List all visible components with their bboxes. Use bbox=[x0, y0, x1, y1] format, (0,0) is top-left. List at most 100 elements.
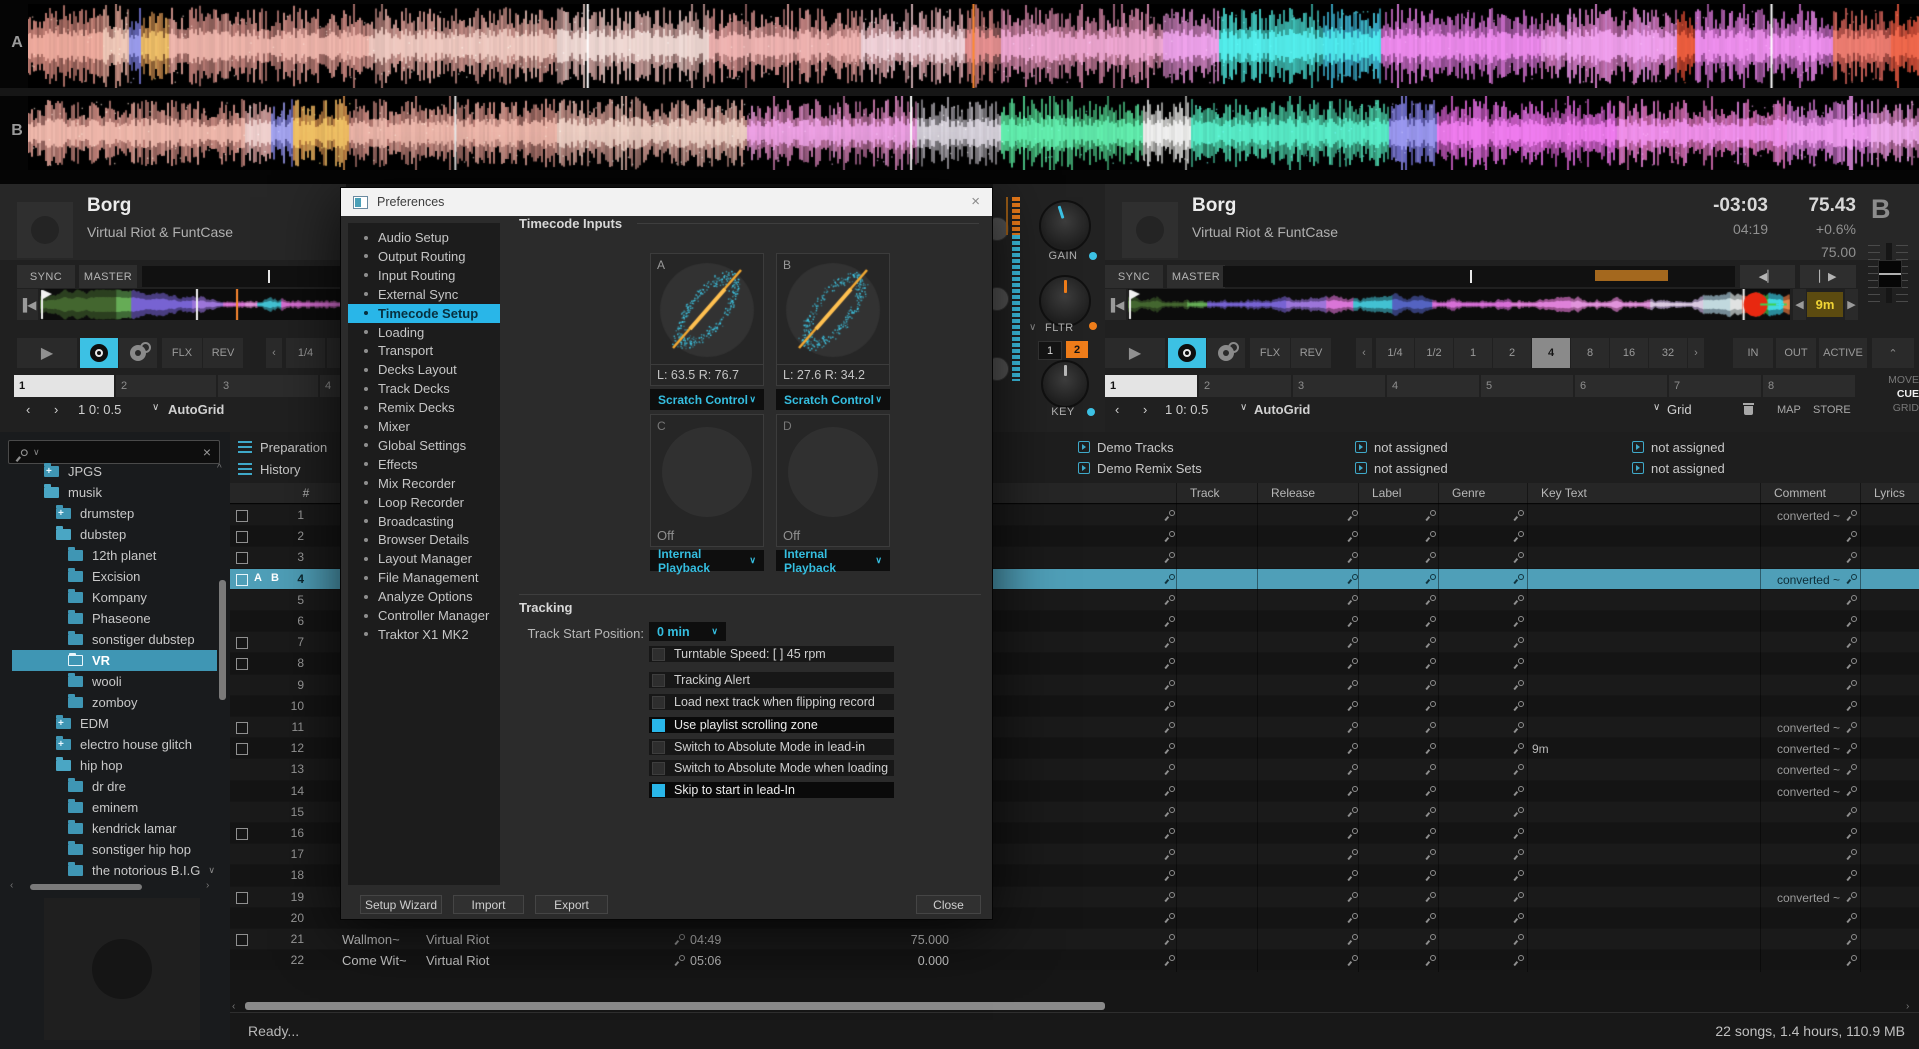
search-similar-icon[interactable] bbox=[1847, 764, 1857, 774]
search-similar-icon[interactable] bbox=[1165, 955, 1175, 965]
search-similar-icon[interactable] bbox=[1514, 680, 1524, 690]
search-similar-icon[interactable] bbox=[1165, 828, 1175, 838]
search-similar-icon[interactable] bbox=[1514, 764, 1524, 774]
search-similar-icon[interactable] bbox=[1348, 786, 1358, 796]
search-similar-icon[interactable] bbox=[1514, 574, 1524, 584]
favorite-slot-5[interactable]: not assigned bbox=[1355, 459, 1448, 477]
search-similar-icon[interactable] bbox=[675, 955, 685, 965]
search-similar-icon[interactable] bbox=[1165, 658, 1175, 668]
deck-b-jump-right-arrow[interactable]: ▶ bbox=[1845, 289, 1858, 320]
search-similar-icon[interactable] bbox=[1847, 828, 1857, 838]
key-knob[interactable] bbox=[1041, 360, 1089, 408]
deck-b-hotcue-7[interactable]: 7 bbox=[1669, 375, 1761, 397]
search-similar-icon[interactable] bbox=[1426, 913, 1436, 923]
search-similar-icon[interactable] bbox=[675, 934, 685, 944]
search-similar-icon[interactable] bbox=[1514, 786, 1524, 796]
checkbox-unchecked-icon[interactable] bbox=[652, 741, 665, 754]
search-similar-icon[interactable] bbox=[1847, 743, 1857, 753]
search-similar-icon[interactable] bbox=[1348, 743, 1358, 753]
deck-b-loop-size-1[interactable]: 1 bbox=[1454, 338, 1492, 368]
tree-item-dr-dre[interactable]: dr dre bbox=[68, 776, 126, 797]
search-similar-icon[interactable] bbox=[1426, 574, 1436, 584]
checkbox-skip-to-start-in-lead-in[interactable]: Skip to start in lead-In bbox=[649, 782, 894, 798]
search-similar-icon[interactable] bbox=[1426, 680, 1436, 690]
tree-item-wooli[interactable]: wooli bbox=[68, 671, 122, 692]
search-similar-icon[interactable] bbox=[1514, 828, 1524, 838]
tree-vertical-scrollbar[interactable] bbox=[219, 580, 226, 700]
tree-item-electro-house-glitch[interactable]: +electro house glitch bbox=[56, 734, 192, 755]
search-similar-icon[interactable] bbox=[1514, 637, 1524, 647]
menu-item-output-routing[interactable]: Output Routing bbox=[348, 247, 500, 266]
checkbox-switch-to-absolute-mode-when-loading[interactable]: Switch to Absolute Mode when loading bbox=[649, 760, 894, 776]
menu-item-traktor-x1-mk2[interactable]: Traktor X1 MK2 bbox=[348, 625, 500, 644]
menu-item-mixer[interactable]: Mixer bbox=[348, 417, 500, 436]
search-similar-icon[interactable] bbox=[1426, 764, 1436, 774]
deck-a-play-button[interactable]: ▶ bbox=[17, 338, 77, 368]
search-similar-icon[interactable] bbox=[1514, 743, 1524, 753]
search-similar-icon[interactable] bbox=[1426, 743, 1436, 753]
deck-b-grid-chevron-icon[interactable]: ∨ bbox=[1240, 402, 1247, 413]
favorite-slot-4[interactable]: Demo Remix Sets bbox=[1078, 459, 1202, 477]
menu-item-file-management[interactable]: File Management bbox=[348, 568, 500, 587]
eq-low-knob[interactable] bbox=[993, 357, 1009, 381]
search-similar-icon[interactable] bbox=[1348, 764, 1358, 774]
tree-item-edm[interactable]: +EDM bbox=[56, 713, 109, 734]
search-similar-icon[interactable] bbox=[1847, 849, 1857, 859]
deck-b-loop-size-8[interactable]: 8 bbox=[1571, 338, 1609, 368]
search-similar-icon[interactable] bbox=[1847, 701, 1857, 711]
search-similar-icon[interactable] bbox=[1348, 510, 1358, 520]
tree-scroll-left-icon[interactable]: ‹ bbox=[10, 880, 13, 891]
tree-item-drumstep[interactable]: +drumstep bbox=[56, 503, 134, 524]
deck-b-track-waveform[interactable] bbox=[28, 96, 1919, 170]
deck-b-skip-start-button[interactable]: ▐◀ bbox=[1105, 289, 1126, 320]
deck-b-relative-mode-button[interactable] bbox=[1207, 338, 1245, 368]
search-similar-icon[interactable] bbox=[1514, 913, 1524, 923]
search-similar-icon[interactable] bbox=[1348, 701, 1358, 711]
deck-b-loop-size-2[interactable]: 2 bbox=[1493, 338, 1531, 368]
search-similar-icon[interactable] bbox=[1165, 743, 1175, 753]
table-row[interactable]: 22Come Wit~Virtual Riot05:060.000 bbox=[230, 950, 1919, 970]
deck-b-reverse-button[interactable]: REV bbox=[1291, 338, 1331, 368]
tree-item-vr[interactable]: VR bbox=[68, 650, 110, 671]
deck-b-loop-size-1/4[interactable]: 1/4 bbox=[1376, 338, 1414, 368]
dialog-title-bar[interactable]: Preferences × bbox=[341, 188, 992, 216]
column-header-release[interactable]: Release bbox=[1271, 486, 1315, 500]
playlist-item-preparation[interactable]: Preparation bbox=[238, 437, 327, 457]
search-similar-icon[interactable] bbox=[1165, 807, 1175, 817]
tree-item-jpgs[interactable]: +JPGS bbox=[44, 461, 102, 482]
filter-knob[interactable] bbox=[1039, 275, 1091, 327]
search-similar-icon[interactable] bbox=[1165, 870, 1175, 880]
deck-a-grid-chevron-icon[interactable]: ∨ bbox=[152, 402, 159, 413]
tree-item-phaseone[interactable]: Phaseone bbox=[68, 608, 151, 629]
search-similar-icon[interactable] bbox=[1165, 574, 1175, 584]
column-header-label[interactable]: Label bbox=[1372, 486, 1401, 500]
deck-b-stripe-overview[interactable] bbox=[1128, 289, 1790, 320]
deck-b-hotcue-1[interactable]: 1 bbox=[1105, 375, 1197, 397]
table-scroll-left-icon[interactable]: ‹ bbox=[232, 1001, 235, 1012]
search-similar-icon[interactable] bbox=[1847, 934, 1857, 944]
deck-a-beat-prev[interactable]: ‹ bbox=[26, 402, 30, 417]
menu-item-broadcasting[interactable]: Broadcasting bbox=[348, 512, 500, 531]
scope-mode-dropdown-a[interactable]: Scratch Control∨ bbox=[650, 389, 764, 410]
checkbox-load-next-track-when-flipping-record[interactable]: Load next track when flipping record bbox=[649, 694, 894, 710]
search-similar-icon[interactable] bbox=[1514, 510, 1524, 520]
deck-b-play-button[interactable]: ▶ bbox=[1105, 338, 1165, 368]
setup-wizard-button[interactable]: Setup Wizard bbox=[360, 895, 442, 914]
search-similar-icon[interactable] bbox=[1514, 849, 1524, 859]
deck-b-loop-smaller-button[interactable]: ‹ bbox=[1356, 338, 1372, 368]
search-similar-icon[interactable] bbox=[1847, 510, 1857, 520]
search-similar-icon[interactable] bbox=[1514, 531, 1524, 541]
search-similar-icon[interactable] bbox=[1847, 722, 1857, 732]
menu-item-controller-manager[interactable]: Controller Manager bbox=[348, 606, 500, 625]
tree-item-kendrick-lamar[interactable]: kendrick lamar bbox=[68, 818, 177, 839]
column-header-number[interactable]: # bbox=[286, 486, 326, 500]
deck-b-loop-in-button[interactable]: IN bbox=[1733, 338, 1773, 368]
search-similar-icon[interactable] bbox=[1514, 616, 1524, 626]
deck-b-beat-prev[interactable]: ‹ bbox=[1115, 402, 1119, 417]
search-similar-icon[interactable] bbox=[1348, 955, 1358, 965]
playlist-item-history[interactable]: History bbox=[238, 459, 300, 479]
deck-a-autogrid-label[interactable]: AutoGrid bbox=[168, 402, 224, 417]
menu-item-input-routing[interactable]: Input Routing bbox=[348, 266, 500, 285]
deck-b-loop-bigger-button[interactable]: › bbox=[1688, 338, 1704, 368]
scope-mode-dropdown-b[interactable]: Scratch Control∨ bbox=[776, 389, 890, 410]
